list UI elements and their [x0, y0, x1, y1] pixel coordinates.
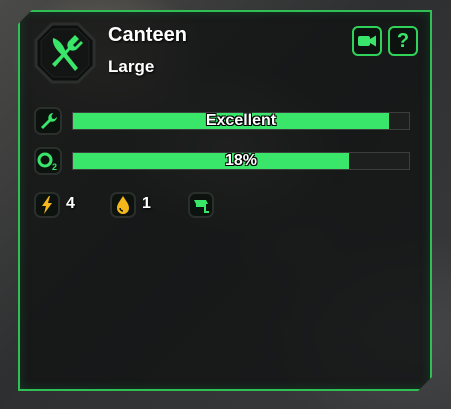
- help-label: ?: [396, 30, 410, 52]
- wrench-icon: [34, 107, 62, 135]
- svg-text:2: 2: [52, 162, 57, 172]
- o2-icon: 2: [34, 147, 62, 175]
- power-value: 4: [66, 195, 75, 212]
- video-camera-icon: [357, 34, 377, 48]
- help-button[interactable]: ?: [388, 26, 418, 56]
- building-info-panel: Canteen Large ? Excellent 2 18% 4 1: [18, 10, 432, 391]
- camera-button[interactable]: [352, 26, 382, 56]
- building-name: Canteen: [108, 24, 187, 46]
- condition-label: Excellent: [205, 112, 277, 129]
- condition-bar: Excellent: [72, 112, 410, 130]
- fork-knife-icon: [34, 22, 96, 84]
- water-drop-icon: [110, 192, 136, 218]
- water-value: 1: [142, 195, 151, 212]
- oxygen-label: 18%: [224, 152, 258, 169]
- security-camera-icon[interactable]: [188, 192, 214, 218]
- building-size: Large: [108, 57, 155, 76]
- lightning-bolt-icon: [34, 192, 60, 218]
- oxygen-bar: 18%: [72, 152, 410, 170]
